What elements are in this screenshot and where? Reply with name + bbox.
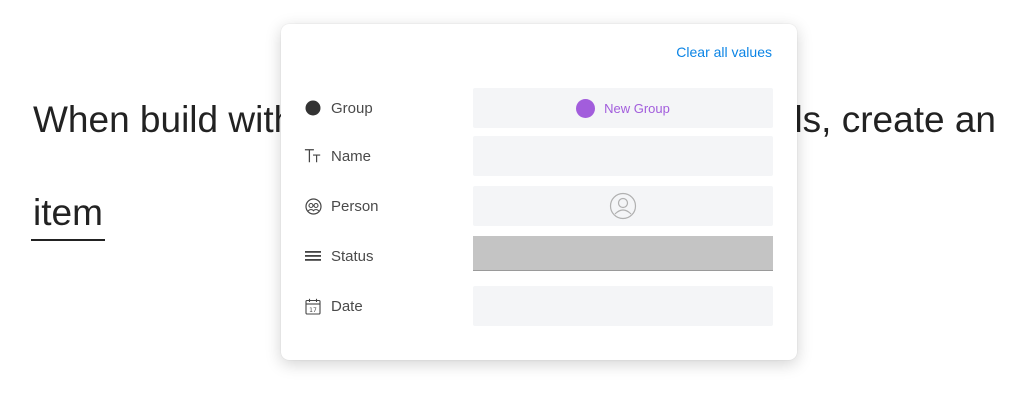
text-type-icon (304, 147, 322, 165)
date-row: 17 Date (281, 286, 797, 326)
lines-icon (304, 247, 322, 265)
calendar-icon: 17 (304, 297, 322, 315)
group-name: New Group (604, 100, 670, 116)
date-label: 17 Date (304, 286, 363, 326)
person-field[interactable] (473, 186, 773, 226)
person-label-text: Person (331, 197, 379, 215)
clear-all-values-link[interactable]: Clear all values (676, 44, 772, 60)
name-label-text: Name (331, 147, 372, 165)
group-color-dot (576, 98, 596, 118)
date-label-text: Date (331, 297, 363, 315)
name-field[interactable] (473, 136, 773, 176)
status-label-text: Status (331, 247, 374, 265)
person-label: Person (304, 186, 379, 226)
person-row: Person (281, 186, 797, 226)
group-label-text: Group (331, 99, 373, 117)
name-row: Name (281, 136, 797, 176)
blank-underline (31, 239, 105, 241)
page: When build with ils, create an item Clea… (0, 0, 1036, 400)
status-row: Status (281, 236, 797, 276)
group-label: Group (304, 88, 373, 128)
calendar-icon-day: 17 (309, 306, 317, 313)
item-fields-popup: Clear all values Group New Group Name Pe… (281, 24, 797, 360)
people-circle-icon (304, 197, 322, 215)
status-label: Status (304, 236, 374, 276)
filled-circle-icon (304, 99, 322, 117)
status-field[interactable] (473, 236, 773, 271)
date-field[interactable] (473, 286, 773, 326)
name-label: Name (304, 136, 371, 176)
sentence-blank-item[interactable]: item (33, 194, 103, 231)
empty-avatar-icon[interactable] (609, 192, 637, 220)
group-field[interactable]: New Group (473, 88, 773, 128)
group-row: Group New Group (281, 88, 797, 128)
